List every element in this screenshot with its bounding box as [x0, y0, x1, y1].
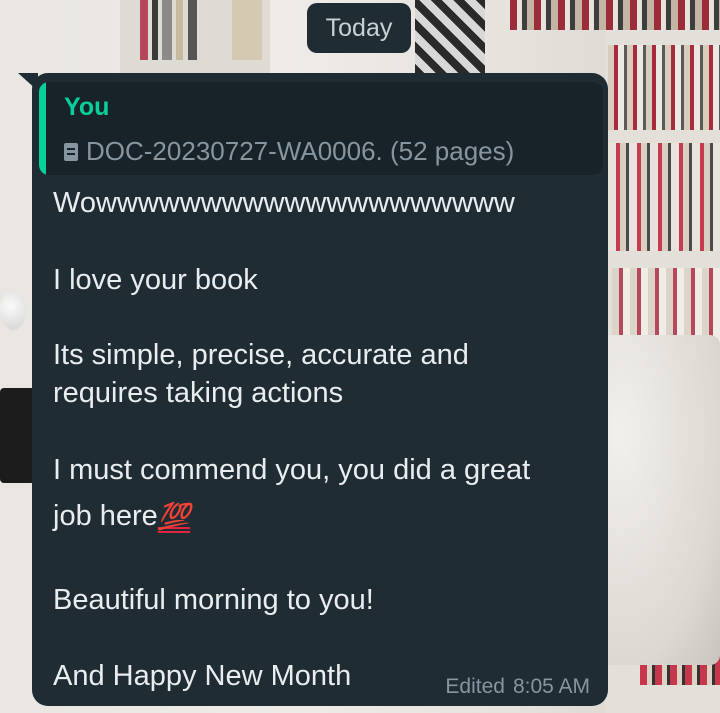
book [608, 45, 720, 130]
book [510, 0, 720, 30]
reply-accent-bar [39, 82, 46, 175]
message-line: I must commend you, you did a great [53, 454, 531, 486]
book [188, 0, 197, 60]
reply-document: DOC-20230727-WA0006. (52 pages) [64, 136, 514, 167]
message-line-with-emoji: job here💯 [53, 497, 190, 535]
message-line: Its simple, precise, accurate and [53, 339, 469, 371]
document-name: DOC-20230727-WA0006. (52 pages) [86, 136, 515, 166]
quoted-reply[interactable]: You DOC-20230727-WA0006. (52 pages) [39, 82, 603, 175]
book [152, 0, 158, 60]
message-bubble[interactable]: You DOC-20230727-WA0006. (52 pages) Woww… [32, 73, 608, 706]
poster [415, 0, 485, 75]
message-line: requires taking actions [53, 377, 344, 409]
edited-label: Edited [445, 675, 505, 698]
date-divider: Today [307, 3, 411, 53]
message-line: Wowwwwwwwwwwwwwwwwwwww [53, 187, 515, 219]
book [140, 0, 148, 60]
reply-author: You [64, 93, 110, 121]
message-time: 8:05 AM [512, 675, 590, 698]
book [608, 143, 720, 251]
message-line: job here [53, 500, 158, 532]
book [612, 268, 720, 343]
book [162, 0, 172, 60]
document-icon [64, 142, 78, 161]
message-line: And Happy New Month [53, 660, 352, 692]
message-meta: Edited 8:05 AM [445, 675, 590, 699]
book [176, 0, 183, 60]
hundred-points-emoji: 💯 [157, 501, 191, 531]
message-line: Beautiful morning to you! [53, 584, 374, 616]
lamp [0, 290, 26, 330]
book [232, 0, 262, 60]
message-line: I love your book [53, 264, 258, 296]
